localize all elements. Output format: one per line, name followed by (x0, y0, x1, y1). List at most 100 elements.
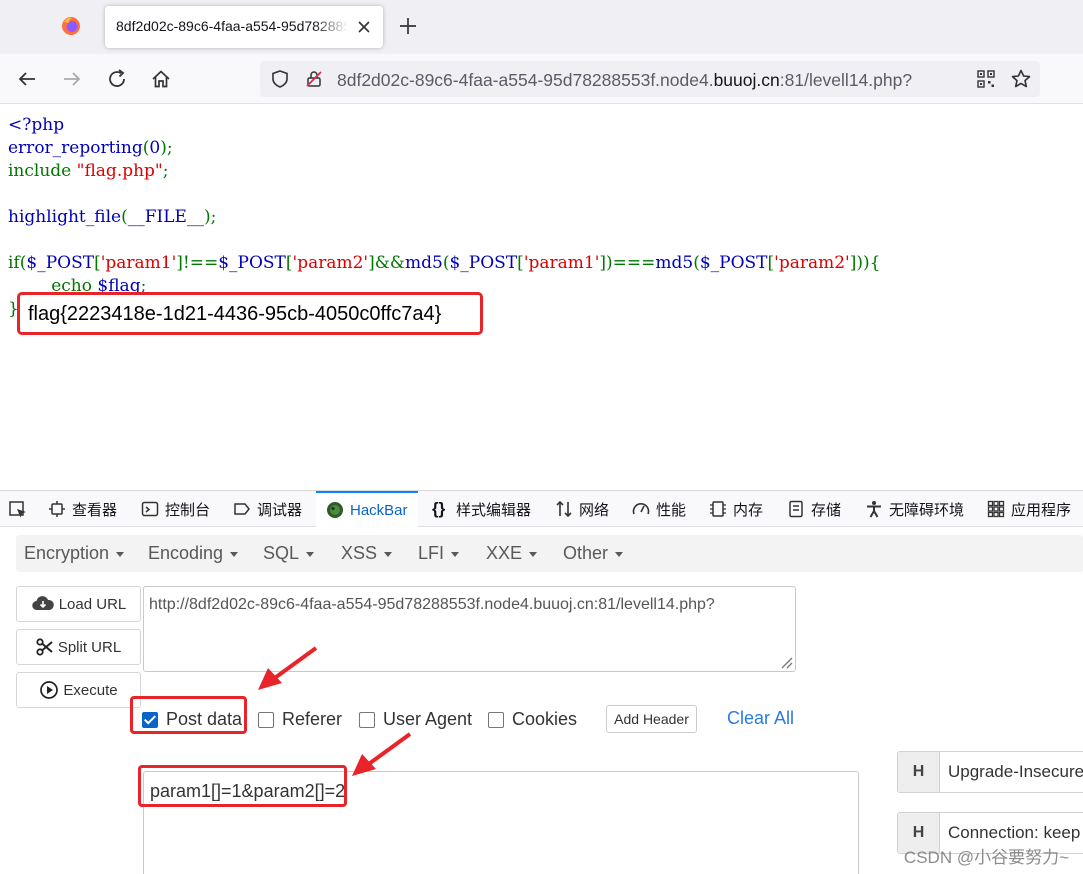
tab-label: 性能 (656, 501, 687, 519)
screenshot-root: 8df2d02c-89c6-4faa-a554-95d78288553f.nod… (0, 0, 1083, 874)
chevron-down-icon (529, 551, 538, 557)
header-value[interactable]: Connection: keep (948, 823, 1080, 843)
option-label: Cookies (512, 709, 578, 729)
storage-icon (789, 500, 803, 518)
header-toggle[interactable]: H (898, 752, 940, 792)
menu-sql[interactable]: SQL (263, 543, 315, 564)
chevron-down-icon (306, 551, 315, 557)
chevron-down-icon (615, 551, 624, 557)
reload-icon[interactable] (106, 68, 128, 90)
add-header-button[interactable]: Add Header (606, 705, 697, 733)
referer-checkbox[interactable] (258, 711, 274, 728)
button-label: Execute (63, 681, 118, 699)
devtools-panel: 查看器 控制台 调试器 HackBar {} 样式编辑器 网络 性能 内存 存储… (0, 490, 1083, 874)
devtools-tab-memory[interactable]: 内存 (709, 491, 763, 527)
insecure-lock-icon[interactable] (304, 69, 324, 89)
cloud-download-icon (31, 596, 54, 611)
header-row[interactable]: H Upgrade-Insecure (897, 751, 1083, 793)
devtools-tab-inspector[interactable]: 查看器 (48, 491, 117, 527)
forward-icon[interactable] (61, 68, 83, 90)
performance-icon (632, 503, 650, 515)
post-data-highlight (130, 696, 247, 734)
close-icon[interactable] (355, 18, 373, 36)
tab-label: 应用程序 (1011, 501, 1072, 519)
code-line: highlight_file(__FILE__); (8, 207, 217, 227)
tab-label: 存储 (811, 501, 842, 519)
hackbar-icon (327, 502, 343, 518)
url-bar[interactable]: 8df2d02c-89c6-4faa-a554-95d78288553f.nod… (260, 61, 1040, 97)
load-url-button[interactable]: Load URL (16, 586, 141, 622)
console-icon (141, 501, 159, 517)
inspector-icon (49, 501, 65, 517)
url-value: http://8df2d02c-89c6-4faa-a554-95d782885… (149, 596, 715, 613)
hackbar-menu: Encryption Encoding SQL XSS LFI XXE Othe… (16, 535, 1083, 572)
menu-other[interactable]: Other (563, 543, 624, 564)
code-line: error_reporting(0); (8, 138, 173, 158)
bookmark-star-icon[interactable] (1010, 68, 1032, 90)
home-icon[interactable] (150, 68, 172, 90)
navigation-bar: 8df2d02c-89c6-4faa-a554-95d78288553f.nod… (0, 54, 1083, 104)
devtools-tab-debugger[interactable]: 调试器 (233, 491, 302, 527)
devtools-tab-style-editor[interactable]: {} 样式编辑器 (432, 491, 531, 527)
code-line: include "flag.php"; (8, 161, 169, 181)
application-icon (987, 500, 1005, 518)
execute-button[interactable]: Execute (16, 672, 141, 708)
chevron-down-icon (384, 551, 393, 557)
play-circle-icon (40, 681, 59, 699)
cookies-checkbox[interactable] (488, 711, 504, 728)
menu-xss[interactable]: XSS (341, 543, 393, 564)
resize-grip-icon[interactable] (777, 653, 793, 669)
url-textarea[interactable]: http://8df2d02c-89c6-4faa-a554-95d782885… (143, 586, 796, 672)
devtools-tab-network[interactable]: 网络 (555, 491, 609, 527)
menu-lfi[interactable]: LFI (418, 543, 460, 564)
shield-icon[interactable] (270, 69, 290, 89)
flag-output-highlight: flag{2223418e-1d21-4436-95cb-4050c0ffc7a… (17, 292, 483, 335)
devtools-tab-hackbar[interactable]: HackBar (316, 491, 418, 527)
menu-encryption[interactable]: Encryption (24, 543, 125, 564)
chevron-down-icon (230, 551, 239, 557)
post-body-highlight (138, 765, 347, 807)
user-agent-option[interactable]: User Agent (359, 709, 472, 730)
option-label: User Agent (383, 709, 473, 729)
back-icon[interactable] (16, 68, 38, 90)
scissors-icon (36, 638, 53, 656)
style-editor-icon: {} (432, 499, 446, 518)
flag-output: flag{2223418e-1d21-4436-95cb-4050c0ffc7a… (28, 303, 442, 325)
split-url-button[interactable]: Split URL (16, 629, 141, 665)
devtools-tab-application[interactable]: 应用程序 (987, 491, 1071, 527)
php-source-code: <?php error_reporting(0); include "flag.… (8, 114, 880, 321)
devtools-tab-storage[interactable]: 存储 (787, 491, 841, 527)
tab-label: 样式编辑器 (456, 501, 532, 519)
chevron-down-icon (451, 551, 460, 557)
qr-code-icon[interactable] (976, 69, 996, 89)
header-value[interactable]: Upgrade-Insecure (948, 762, 1083, 782)
clear-all-link[interactable]: Clear All (727, 708, 794, 729)
firefox-icon[interactable] (61, 16, 81, 36)
browser-tab[interactable]: 8df2d02c-89c6-4faa-a554-95d78288553f.nod… (105, 6, 383, 48)
element-picker-icon[interactable] (8, 500, 28, 520)
tab-label: 网络 (579, 501, 610, 519)
tab-label: 调试器 (257, 501, 303, 519)
chevron-down-icon (116, 551, 125, 557)
cookies-option[interactable]: Cookies (488, 709, 577, 730)
memory-icon (710, 501, 726, 517)
referer-option[interactable]: Referer (258, 709, 342, 730)
tab-label: 查看器 (72, 501, 118, 519)
new-tab-icon[interactable] (397, 15, 419, 37)
tab-label: 控制台 (165, 501, 211, 519)
menu-xxe[interactable]: XXE (486, 543, 538, 564)
watermark: CSDN @小谷要努力~ (903, 848, 1069, 867)
accessibility-icon (867, 501, 881, 518)
url-text[interactable]: 8df2d02c-89c6-4faa-a554-95d78288553f.nod… (337, 70, 912, 91)
user-agent-checkbox[interactable] (359, 711, 375, 728)
option-label: Referer (282, 709, 343, 729)
button-label: Load URL (58, 595, 127, 613)
devtools-tab-console[interactable]: 控制台 (141, 491, 210, 527)
debugger-icon (234, 503, 250, 515)
devtools-tab-performance[interactable]: 性能 (632, 491, 686, 527)
tab-label: 无障碍环境 (889, 501, 965, 519)
menu-encoding[interactable]: Encoding (148, 543, 239, 564)
network-icon (556, 500, 572, 518)
code-line: <?php (8, 115, 65, 135)
devtools-tab-accessibility[interactable]: 无障碍环境 (865, 491, 964, 527)
